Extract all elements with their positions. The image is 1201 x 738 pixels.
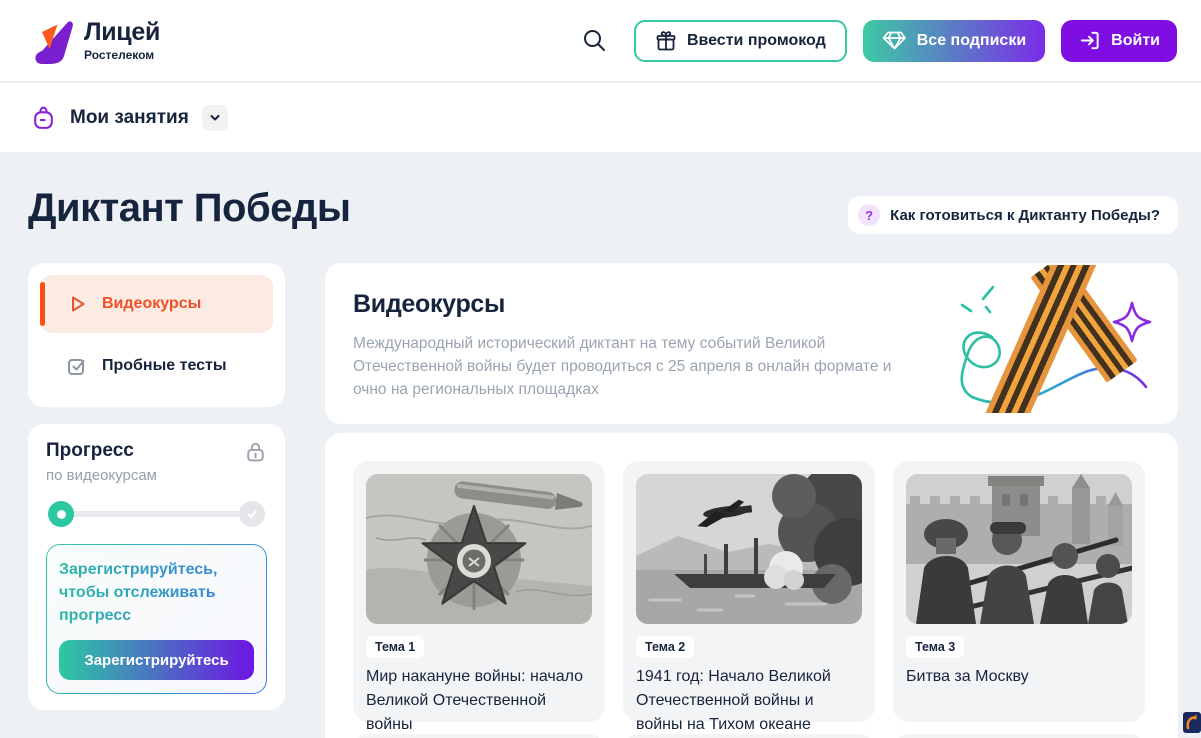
page-title: Диктант Победы bbox=[28, 186, 351, 231]
logo-subtitle: Ростелеком bbox=[84, 48, 160, 62]
progress-card: Прогресс по видеокурсам Зарегистрируйтес… bbox=[28, 424, 285, 710]
lyceum-logo-icon bbox=[28, 18, 74, 64]
search-icon bbox=[581, 27, 608, 54]
tab-practice-tests[interactable]: Пробные тесты bbox=[40, 337, 273, 395]
top-header: Лицей Ростелеком Ввести промокод bbox=[0, 0, 1201, 82]
diamond-icon bbox=[882, 30, 907, 51]
course-title: 1941 год: Начало Великой Отечественной в… bbox=[636, 665, 862, 737]
register-note: Зарегистрируйтесь, чтобы отслеживать про… bbox=[59, 558, 254, 627]
course-cards-row-2-partial bbox=[353, 734, 1150, 738]
main-content: Видеокурсы Международный исторический ди… bbox=[325, 263, 1178, 738]
course-cards-panel: Тема 1 Мир накануне войны: начало Велико… bbox=[325, 433, 1178, 738]
my-lessons-menu[interactable]: Мои занятия bbox=[30, 104, 228, 131]
login-label: Войти bbox=[1111, 32, 1160, 50]
course-image-medal-photo bbox=[366, 474, 592, 624]
backpack-icon bbox=[30, 104, 57, 131]
all-subscriptions-button[interactable]: Все подписки bbox=[863, 20, 1045, 62]
video-courses-intro-panel: Видеокурсы Международный исторический ди… bbox=[325, 263, 1178, 424]
lock-icon bbox=[244, 440, 267, 463]
secondary-nav: Мои занятия bbox=[0, 83, 1201, 153]
course-card-theme-1[interactable]: Тема 1 Мир накануне войны: начало Велико… bbox=[353, 461, 605, 722]
promo-code-button[interactable]: Ввести промокод bbox=[634, 20, 847, 62]
promo-code-label: Ввести промокод bbox=[687, 32, 826, 50]
active-tab-indicator bbox=[40, 282, 45, 326]
progress-slider[interactable] bbox=[48, 501, 265, 527]
st-george-ribbon-illustration bbox=[936, 265, 1164, 418]
tab-video-courses-label: Видеокурсы bbox=[102, 295, 201, 313]
chevron-down-icon bbox=[208, 111, 222, 125]
course-card-theme-2[interactable]: Тема 2 1941 год: Начало Великой Отечеств… bbox=[623, 461, 875, 722]
progress-track bbox=[48, 511, 265, 517]
register-button[interactable]: Зарегистрируйтесь bbox=[59, 640, 254, 680]
check-icon bbox=[245, 507, 259, 521]
browser-extension-icon[interactable] bbox=[1182, 710, 1201, 733]
course-card-partial[interactable] bbox=[893, 734, 1145, 738]
progress-knob[interactable] bbox=[48, 501, 74, 527]
help-link-label: Как готовиться к Диктанту Победы? bbox=[890, 207, 1160, 224]
progress-title: Прогресс bbox=[46, 440, 157, 462]
progress-subtitle: по видеокурсам bbox=[46, 467, 157, 484]
course-card-partial[interactable] bbox=[623, 734, 875, 738]
register-promo-box: Зарегистрируйтесь, чтобы отслеживать про… bbox=[46, 544, 267, 694]
play-icon bbox=[66, 293, 88, 315]
login-arrow-icon bbox=[1078, 29, 1101, 52]
progress-goal-marker bbox=[239, 501, 265, 527]
course-image-soldiers-illustration bbox=[906, 474, 1132, 624]
course-badge: Тема 2 bbox=[636, 636, 694, 658]
tab-video-courses[interactable]: Видеокурсы bbox=[40, 275, 273, 333]
course-image-naval-attack-photo bbox=[636, 474, 862, 624]
course-card-partial[interactable] bbox=[353, 734, 605, 738]
course-title: Мир накануне войны: начало Великой Отече… bbox=[366, 665, 592, 737]
course-card-theme-3[interactable]: Тема 3 Битва за Москву bbox=[893, 461, 1145, 722]
gift-icon bbox=[655, 30, 677, 52]
section-tabs-card: Видеокурсы Пробные тесты bbox=[28, 263, 285, 407]
tab-practice-tests-label: Пробные тесты bbox=[102, 357, 227, 375]
logo-title: Лицей bbox=[84, 19, 160, 45]
course-title: Битва за Москву bbox=[906, 665, 1132, 689]
checkbox-check-icon bbox=[66, 355, 88, 377]
course-badge: Тема 1 bbox=[366, 636, 424, 658]
all-subscriptions-label: Все подписки bbox=[917, 32, 1026, 50]
my-lessons-label: Мои занятия bbox=[70, 107, 189, 129]
my-lessons-expander[interactable] bbox=[202, 105, 228, 131]
question-icon: ? bbox=[858, 204, 880, 226]
search-button[interactable] bbox=[577, 23, 612, 58]
section-description: Международный исторический диктант на те… bbox=[353, 332, 898, 401]
sidebar: Видеокурсы Пробные тесты Прогресс по вид… bbox=[28, 263, 285, 710]
help-link[interactable]: ? Как готовиться к Диктанту Победы? bbox=[848, 196, 1178, 234]
logo[interactable]: Лицей Ростелеком bbox=[28, 18, 160, 64]
course-badge: Тема 3 bbox=[906, 636, 964, 658]
login-button[interactable]: Войти bbox=[1061, 20, 1177, 62]
